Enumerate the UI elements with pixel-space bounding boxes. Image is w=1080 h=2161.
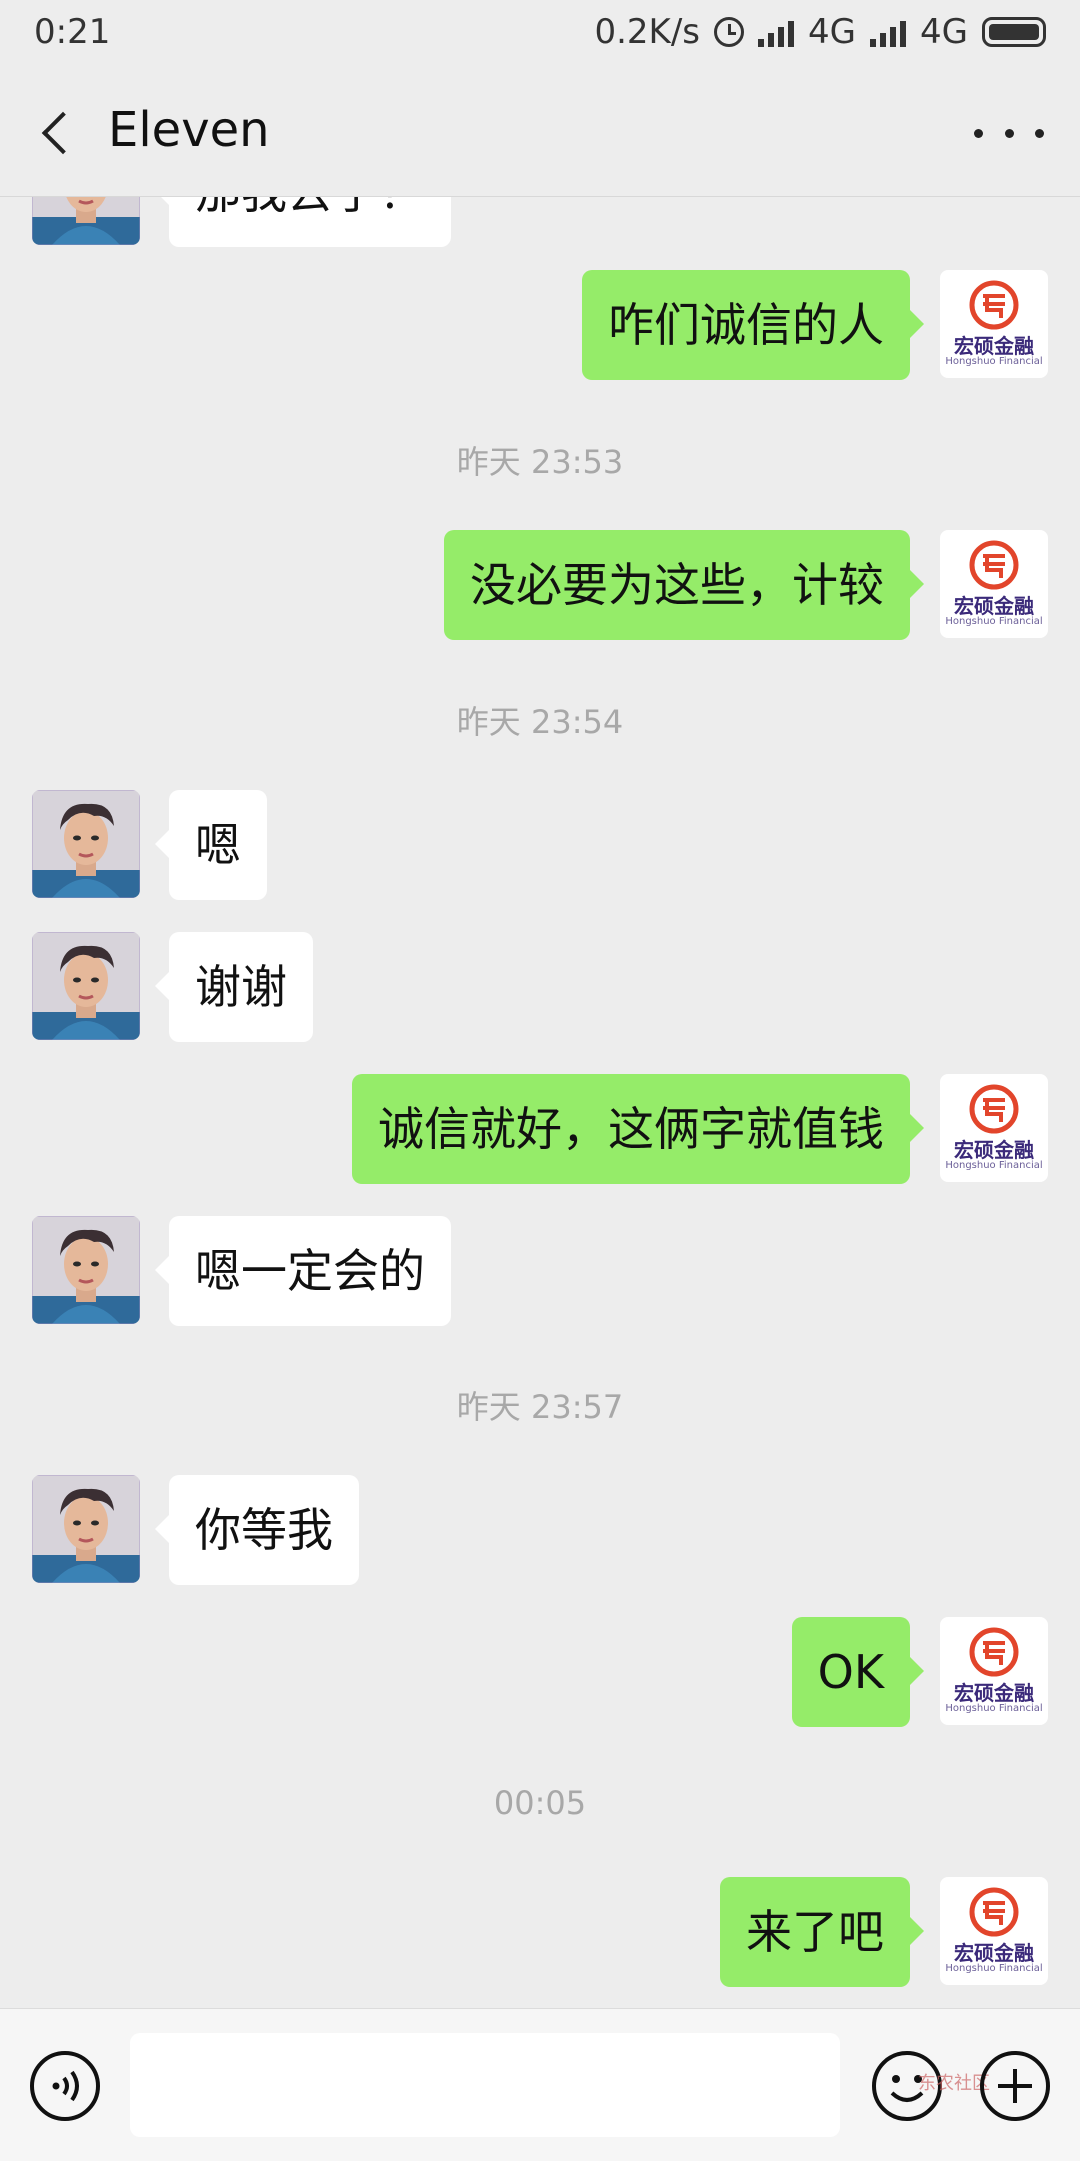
message-bubble[interactable]: 来了吧 bbox=[720, 1877, 924, 1987]
brand-name: 宏硕金融 bbox=[954, 1681, 1034, 1705]
contact-name: Eleven bbox=[108, 102, 270, 158]
contact-avatar[interactable] bbox=[32, 932, 140, 1040]
brand-logo-icon bbox=[969, 1887, 1019, 1937]
message-input[interactable] bbox=[130, 2033, 840, 2137]
brand-subtitle: Hongshuo Financial bbox=[945, 1703, 1043, 1714]
brand-name: 宏硕金融 bbox=[954, 1941, 1034, 1965]
status-bar: 0:21 0.2K/s 4G 4G bbox=[0, 0, 1080, 70]
timestamp: 昨天 23:54 bbox=[456, 703, 624, 741]
message-bubble[interactable]: 嗯一定会的 bbox=[155, 1216, 451, 1326]
chat-header: Eleven bbox=[0, 70, 1080, 197]
message-bubble[interactable]: 你等我 bbox=[155, 1475, 359, 1585]
brand-logo-icon bbox=[969, 1627, 1019, 1677]
voice-input-icon[interactable] bbox=[28, 2049, 102, 2123]
back-button[interactable] bbox=[30, 100, 90, 166]
dot bbox=[1035, 128, 1044, 138]
input-bar: 东农社区 bbox=[0, 2008, 1080, 2161]
timestamp: 昨天 23:57 bbox=[456, 1388, 624, 1426]
message-bubble[interactable]: 诚信就好，这俩字就值钱 bbox=[352, 1074, 924, 1184]
brand-subtitle: Hongshuo Financial bbox=[945, 1160, 1043, 1171]
network-speed: 0.2K/s bbox=[594, 12, 701, 52]
my-avatar[interactable]: 宏硕金融 Hongshuo Financial bbox=[940, 1877, 1048, 1985]
status-indicators: 0.2K/s 4G 4G bbox=[594, 12, 1046, 52]
brand-subtitle: Hongshuo Financial bbox=[945, 616, 1043, 627]
more-functions-icon[interactable] bbox=[978, 2049, 1052, 2123]
message-bubble[interactable]: 谢谢 bbox=[155, 932, 313, 1042]
alarm-icon bbox=[714, 17, 745, 47]
my-avatar[interactable]: 宏硕金融 Hongshuo Financial bbox=[940, 530, 1048, 638]
network-type-1: 4G bbox=[808, 12, 857, 52]
dot bbox=[974, 128, 983, 138]
message-bubble[interactable]: OK bbox=[791, 1617, 925, 1727]
message-bubble[interactable]: 嗯 bbox=[155, 790, 267, 900]
network-type-2: 4G bbox=[920, 12, 968, 52]
contact-avatar[interactable] bbox=[32, 790, 140, 898]
battery-icon bbox=[982, 17, 1046, 47]
message-bubble[interactable]: 咋们诚信的人 bbox=[582, 270, 924, 380]
contact-avatar[interactable] bbox=[32, 197, 140, 245]
message-list[interactable]: 那我去了？ 咋们诚信的人 宏硕金融 Hongshuo Financial 昨天 … bbox=[0, 197, 1080, 2007]
my-avatar[interactable]: 宏硕金融 Hongshuo Financial bbox=[940, 1074, 1048, 1182]
signal-icon bbox=[758, 17, 795, 47]
contact-avatar[interactable] bbox=[32, 1475, 140, 1583]
more-options-button[interactable] bbox=[974, 108, 1044, 158]
brand-logo-icon bbox=[969, 1084, 1019, 1134]
my-avatar[interactable]: 宏硕金融 Hongshuo Financial bbox=[940, 1617, 1048, 1725]
brand-name: 宏硕金融 bbox=[954, 594, 1034, 618]
my-avatar[interactable]: 宏硕金融 Hongshuo Financial bbox=[940, 270, 1048, 378]
dot bbox=[1004, 128, 1014, 138]
timestamp: 00:05 bbox=[493, 1784, 587, 1822]
message-bubble[interactable]: 没必要为这些，计较 bbox=[444, 530, 924, 640]
timestamp: 昨天 23:53 bbox=[456, 443, 624, 481]
contact-avatar[interactable] bbox=[32, 1216, 140, 1324]
brand-subtitle: Hongshuo Financial bbox=[945, 356, 1043, 367]
message-bubble[interactable]: 那我去了？ bbox=[155, 197, 451, 247]
status-time: 0:21 bbox=[34, 12, 111, 52]
brand-logo-icon bbox=[969, 280, 1019, 330]
signal-icon bbox=[870, 17, 907, 47]
brand-subtitle: Hongshuo Financial bbox=[945, 1963, 1043, 1974]
brand-name: 宏硕金融 bbox=[954, 1138, 1034, 1162]
brand-name: 宏硕金融 bbox=[954, 334, 1034, 358]
brand-logo-icon bbox=[969, 540, 1019, 590]
